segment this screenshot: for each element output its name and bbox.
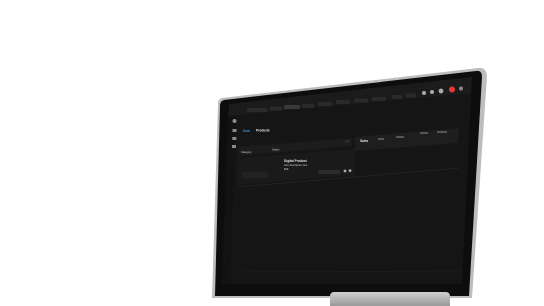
product-name: Digital Product xyxy=(284,159,308,163)
notification-badge xyxy=(449,86,455,93)
page-title: Products xyxy=(256,128,270,132)
side-stat-2 xyxy=(396,136,404,138)
delete-icon xyxy=(348,169,352,173)
side-stat-3 xyxy=(420,132,428,134)
bell-icon xyxy=(422,91,426,95)
list-icon xyxy=(232,137,237,140)
status-label: Status xyxy=(272,148,280,152)
monitor: Back Products Category Status Sales Digi… xyxy=(0,0,544,306)
product-desc: Item description text xyxy=(284,163,307,167)
edit-icon xyxy=(343,169,347,173)
chart-icon xyxy=(232,145,236,148)
filter-toggle xyxy=(345,140,350,143)
category-label: Category xyxy=(241,150,252,154)
monitor-illustration: Back Products Category Status Sales Digi… xyxy=(212,67,487,299)
user-icon xyxy=(430,90,434,94)
home-icon xyxy=(232,119,237,123)
cloud-icon xyxy=(438,88,444,94)
side-panel-title: Sales xyxy=(360,139,369,143)
action-bar xyxy=(318,170,340,174)
monitor-stand xyxy=(330,292,450,306)
menu-icon xyxy=(459,86,463,91)
product-thumb xyxy=(242,172,268,178)
side-stat-1 xyxy=(378,138,384,140)
product-price: $99 xyxy=(284,167,289,171)
side-stat-4 xyxy=(437,131,447,133)
back-link: Back xyxy=(243,129,250,133)
grid-icon xyxy=(232,129,237,132)
